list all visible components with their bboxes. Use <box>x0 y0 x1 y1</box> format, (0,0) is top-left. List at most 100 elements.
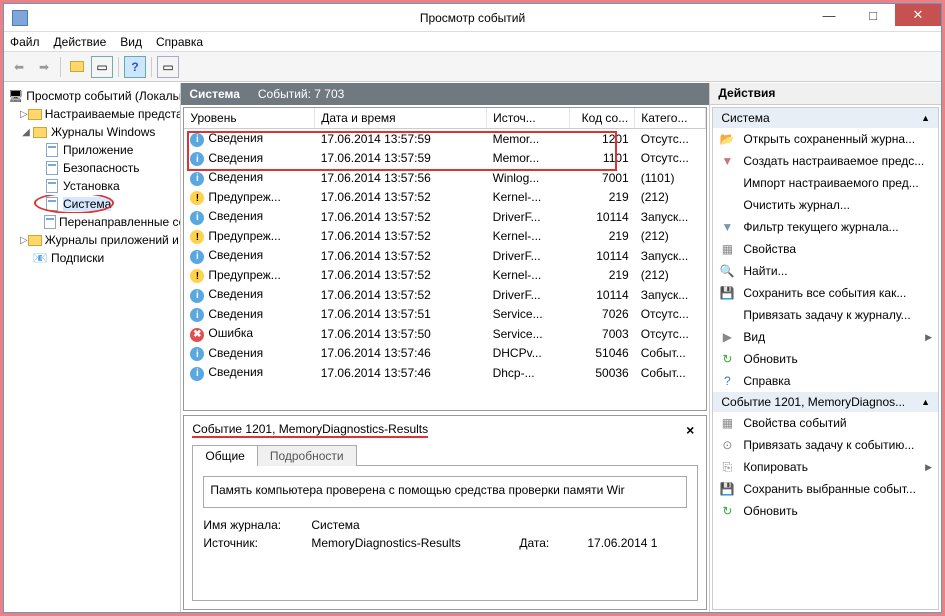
action-item[interactable]: ↻Обновить <box>713 348 938 370</box>
center-header: Система Событий: 7 703 <box>181 83 709 105</box>
log-icon <box>44 215 56 229</box>
action-icon <box>719 197 735 213</box>
action-label: Импорт настраиваемого пред... <box>743 176 918 190</box>
action-icon: 💾 <box>719 481 735 497</box>
info-icon: i <box>190 308 204 322</box>
action-item[interactable]: Очистить журнал... <box>713 194 938 216</box>
table-row[interactable]: iСведения17.06.2014 13:57:59Memor...1101… <box>184 149 706 169</box>
action-label: Свойства событий <box>743 416 846 430</box>
tree-custom-views[interactable]: ▷Настраиваемые представл <box>4 105 180 123</box>
action-label: Очистить журнал... <box>743 198 850 212</box>
menu-view[interactable]: Вид <box>120 35 142 49</box>
actions-title: Действия <box>710 83 941 105</box>
actions-section-system[interactable]: Система▲ <box>713 108 938 128</box>
info-icon: i <box>190 133 204 147</box>
action-label: Создать настраиваемое предс... <box>743 154 924 168</box>
table-row[interactable]: !Предупреж...17.06.2014 13:57:52Kernel-.… <box>184 188 706 208</box>
table-row[interactable]: iСведения17.06.2014 13:57:52DriverF...10… <box>184 285 706 305</box>
action-item[interactable]: ▼Создать настраиваемое предс... <box>713 150 938 172</box>
action-item[interactable]: 📂Открыть сохраненный журна... <box>713 128 938 150</box>
tab-general[interactable]: Общие <box>192 445 257 466</box>
info-icon: i <box>190 250 204 264</box>
action-icon <box>719 307 735 323</box>
table-row[interactable]: iСведения17.06.2014 13:57:46Dhcp-...5003… <box>184 363 706 383</box>
col-source[interactable]: Источ... <box>487 108 570 129</box>
table-row[interactable]: !Предупреж...17.06.2014 13:57:52Kernel-.… <box>184 266 706 286</box>
tree-forwarded[interactable]: Перенаправленные соб <box>4 213 180 231</box>
action-item[interactable]: Привязать задачу к журналу... <box>713 304 938 326</box>
tree-panel[interactable]: 🖥Просмотр событий (Локальны ▷Настраиваем… <box>4 83 181 612</box>
menu-action[interactable]: Действие <box>54 35 107 49</box>
back-button[interactable]: ⬅ <box>8 56 30 78</box>
tree-app-services-logs[interactable]: ▷Журналы приложений и сл <box>4 231 180 249</box>
tab-details[interactable]: Подробности <box>257 445 357 466</box>
action-item[interactable]: ⊙ Привязать задачу к событию... <box>713 434 938 456</box>
err-icon: ✖ <box>190 328 204 342</box>
action-label: Привязать задачу к событию... <box>743 438 914 452</box>
preview-button[interactable]: ▭ <box>157 56 179 78</box>
table-row[interactable]: ✖Ошибка17.06.2014 13:57:50Service...7003… <box>184 324 706 344</box>
action-item[interactable]: ▼Фильтр текущего журнала... <box>713 216 938 238</box>
action-label: Сохранить все события как... <box>743 286 906 300</box>
table-row[interactable]: !Предупреж...17.06.2014 13:57:52Kernel-.… <box>184 227 706 247</box>
source-value: MemoryDiagnostics-Results <box>311 536 511 550</box>
action-label: Обновить <box>743 504 797 518</box>
actions-section-event[interactable]: Событие 1201, MemoryDiagnos...▲ <box>713 392 938 412</box>
action-item[interactable]: ⎘Копировать▶ <box>713 456 938 478</box>
action-item[interactable]: Импорт настраиваемого пред... <box>713 172 938 194</box>
action-label: Найти... <box>743 264 787 278</box>
action-item[interactable]: 💾Сохранить все события как... <box>713 282 938 304</box>
action-item[interactable]: 🔍Найти... <box>713 260 938 282</box>
help-button[interactable]: ? <box>124 56 146 78</box>
table-row[interactable]: iСведения17.06.2014 13:57:52DriverF...10… <box>184 246 706 266</box>
forward-button[interactable]: ➡ <box>33 56 55 78</box>
action-item[interactable]: ↻Обновить <box>713 500 938 522</box>
panel-button[interactable]: ▭ <box>91 56 113 78</box>
tree-application[interactable]: Приложение <box>4 141 180 159</box>
minimize-button[interactable]: — <box>807 4 851 26</box>
app-icon <box>12 10 28 26</box>
detail-message: Память компьютера проверена с помощью ср… <box>203 476 687 508</box>
tree-root[interactable]: 🖥Просмотр событий (Локальны <box>4 87 180 105</box>
info-icon: i <box>190 289 204 303</box>
action-item[interactable]: ▦Свойства <box>713 238 938 260</box>
table-row[interactable]: iСведения17.06.2014 13:57:52DriverF...10… <box>184 207 706 227</box>
warn-icon: ! <box>190 269 204 283</box>
col-date[interactable]: Дата и время <box>315 108 487 129</box>
col-code[interactable]: Код со... <box>570 108 635 129</box>
warn-icon: ! <box>190 230 204 244</box>
tree-windows-logs[interactable]: ◢Журналы Windows <box>4 123 180 141</box>
eventviewer-icon: 🖥 <box>8 89 23 103</box>
tree-subscriptions[interactable]: 📧Подписки <box>4 249 180 267</box>
tree-system[interactable]: Система <box>4 195 180 213</box>
table-row[interactable]: iСведения17.06.2014 13:57:51Service...70… <box>184 305 706 325</box>
action-icon: 📂 <box>719 131 735 147</box>
action-item[interactable]: 💾Сохранить выбранные событ... <box>713 478 938 500</box>
action-item[interactable]: ▦Свойства событий <box>713 412 938 434</box>
action-icon: ▼ <box>719 219 735 235</box>
log-icon <box>46 161 58 175</box>
action-item[interactable]: ▶Вид▶ <box>713 326 938 348</box>
close-button[interactable]: ✕ <box>895 4 941 26</box>
events-table-wrap[interactable]: Уровень Дата и время Источ... Код со... … <box>183 107 707 411</box>
show-tree-button[interactable] <box>66 56 88 78</box>
tree-security[interactable]: Безопасность <box>4 159 180 177</box>
app-window: Просмотр событий — □ ✕ Файл Действие Вид… <box>3 3 942 613</box>
maximize-button[interactable]: □ <box>851 4 895 26</box>
log-icon <box>46 179 58 193</box>
detail-close-button[interactable]: × <box>682 422 698 438</box>
menu-help[interactable]: Справка <box>156 35 203 49</box>
menu-file[interactable]: Файл <box>10 35 40 49</box>
table-row[interactable]: iСведения17.06.2014 13:57:46DHCPv...5104… <box>184 344 706 364</box>
action-label: Справка <box>743 374 790 388</box>
table-row[interactable]: iСведения17.06.2014 13:57:56Winlog...700… <box>184 168 706 188</box>
col-category[interactable]: Катего... <box>635 108 706 129</box>
action-icon: ⊙ <box>719 437 735 453</box>
warn-icon: ! <box>190 191 204 205</box>
table-row[interactable]: iСведения17.06.2014 13:57:59Memor...1201… <box>184 129 706 149</box>
action-icon: ⎘ <box>719 459 735 475</box>
col-level[interactable]: Уровень <box>184 108 314 129</box>
action-item[interactable]: ?Справка <box>713 370 938 392</box>
tree-setup[interactable]: Установка <box>4 177 180 195</box>
info-icon: i <box>190 347 204 361</box>
